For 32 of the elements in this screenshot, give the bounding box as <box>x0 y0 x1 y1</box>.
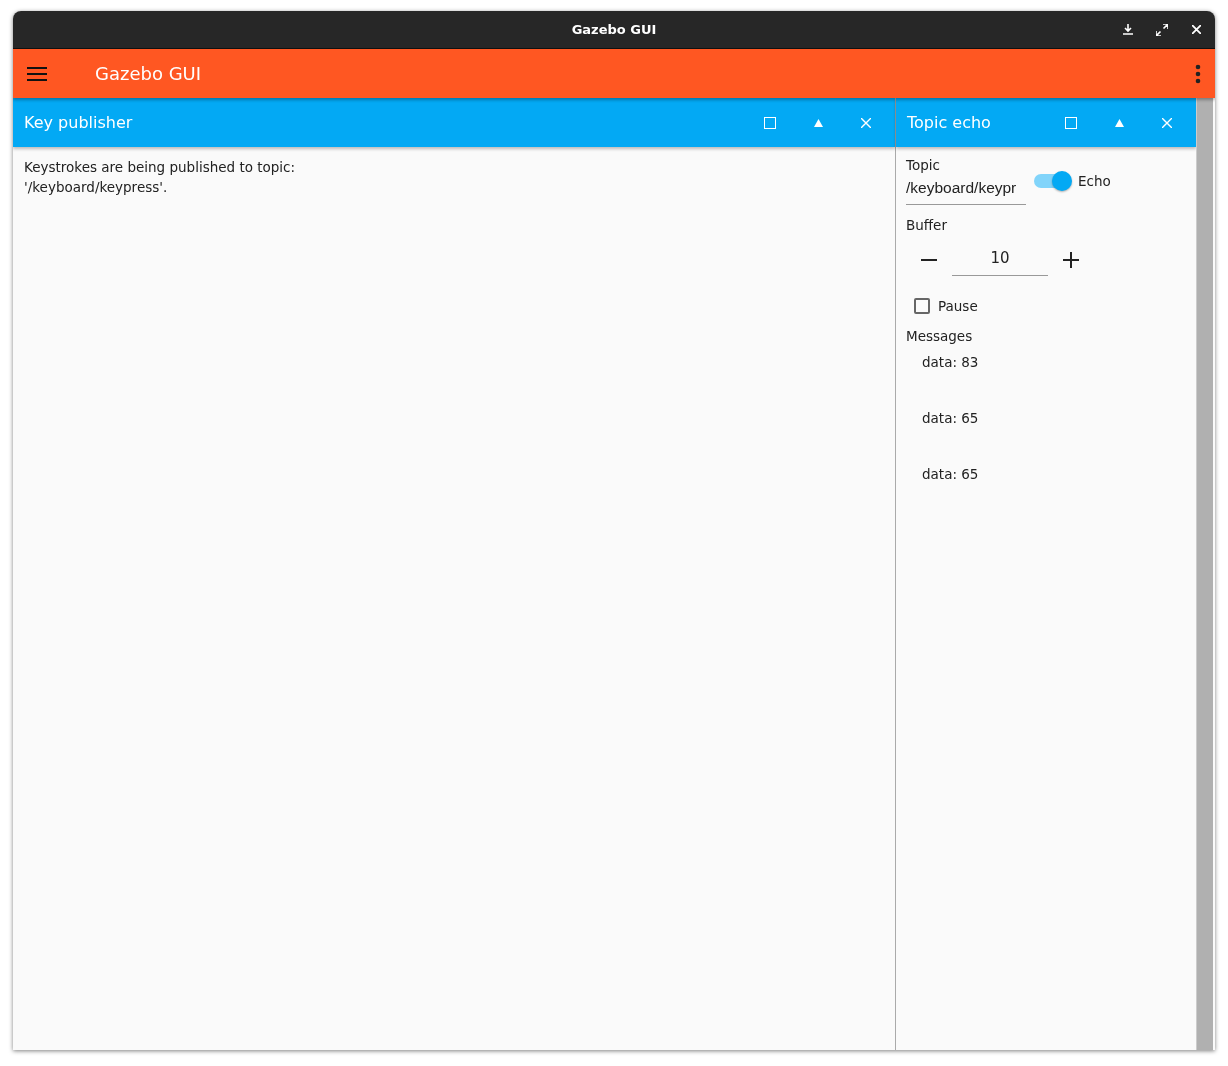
message-item: data: 65 <box>921 410 980 428</box>
window-title: Gazebo GUI <box>571 22 657 37</box>
switch-track <box>1034 174 1070 188</box>
buffer-label: Buffer <box>906 217 948 233</box>
close-icon <box>1162 117 1172 128</box>
close-icon <box>1191 25 1201 34</box>
more-icon <box>1195 63 1201 84</box>
maximize-icon <box>1065 116 1077 129</box>
topic-label: Topic <box>906 157 941 173</box>
maximize-icon <box>764 116 776 129</box>
message-item: data: 65 <box>921 466 980 484</box>
close-icon <box>861 117 871 128</box>
status-text: Keystrokes are being published to topic: '/keyboard/keypress'. <box>23 158 297 197</box>
collapse-icon <box>813 118 823 127</box>
messages-label: Messages <box>906 328 974 344</box>
scrollbar[interactable] <box>1196 98 1213 1050</box>
plus-icon <box>1063 251 1079 268</box>
app-title: Gazebo GUI <box>95 63 203 84</box>
more-button[interactable] <box>1195 63 1201 84</box>
panel-title: Topic echo <box>907 113 992 132</box>
menu-button[interactable] <box>27 65 47 82</box>
message-item: data: 83 <box>921 354 980 372</box>
download-icon <box>1123 24 1133 35</box>
menu-icon <box>27 65 47 82</box>
topic-field[interactable]: /keyboard/keypr <box>906 173 1026 205</box>
pause-checkbox[interactable]: Pause <box>914 298 1186 314</box>
echo-toggle[interactable]: Echo <box>1034 171 1111 191</box>
minus-icon <box>921 258 937 261</box>
buffer-field[interactable]: 10 <box>952 243 1048 276</box>
collapse-icon <box>1114 118 1124 127</box>
panel-title: Key publisher <box>24 113 134 132</box>
expand-icon <box>1156 23 1168 36</box>
